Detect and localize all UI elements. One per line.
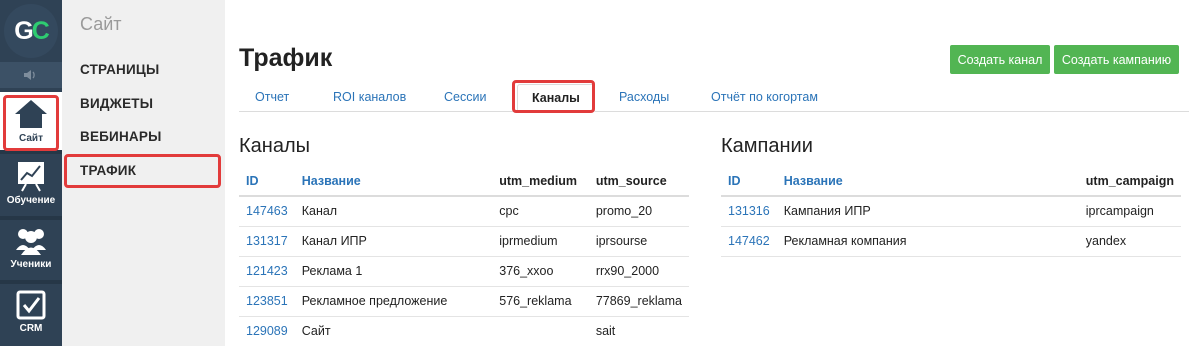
table-header-row: ID Название utm_medium utm_source xyxy=(239,166,689,197)
column-header-id[interactable]: ID xyxy=(239,166,295,197)
row-name: Рекламная компания xyxy=(776,226,1079,257)
channels-title: Каналы xyxy=(239,135,310,157)
rail-item-learning[interactable]: Обучение xyxy=(0,160,62,214)
row-utm-campaign: yandex xyxy=(1078,226,1181,257)
row-name: Канал ИПР xyxy=(294,226,493,257)
column-header-utm-source: utm_source xyxy=(588,166,689,197)
row-utm-source: iprsourse xyxy=(588,226,689,257)
speaker-icon[interactable] xyxy=(0,62,62,88)
tab-report[interactable]: Отчет xyxy=(255,90,289,104)
column-header-name[interactable]: Название xyxy=(776,166,1079,197)
row-name: Кампания ИПР xyxy=(776,196,1079,227)
rail-item-label: Обучение xyxy=(6,195,56,206)
submenu-item-pages[interactable]: СТРАНИЦЫ xyxy=(80,62,159,77)
column-header-id[interactable]: ID xyxy=(721,166,777,197)
tab-roi-channels[interactable]: ROI каналов xyxy=(333,90,406,104)
row-utm-medium: 376_xxoo xyxy=(492,256,589,287)
checkbox-icon xyxy=(16,290,46,320)
rail-item-label: CRM xyxy=(19,323,43,334)
tab-cohort-report[interactable]: Отчёт по когортам xyxy=(711,90,818,104)
row-utm-medium: cpc xyxy=(492,196,589,227)
rail-divider xyxy=(0,150,62,154)
tab-channels[interactable]: Каналы xyxy=(517,84,595,112)
row-utm-source: promo_20 xyxy=(588,196,689,227)
main-content: Трафик Создать канал Создать кампанию От… xyxy=(225,0,1200,346)
column-header-utm-medium: utm_medium xyxy=(492,166,589,197)
submenu-item-webinars[interactable]: ВЕБИНАРЫ xyxy=(80,129,161,144)
rail-item-label: Сайт xyxy=(19,133,43,144)
row-id-link[interactable]: 123851 xyxy=(239,286,295,317)
column-header-name[interactable]: Название xyxy=(294,166,493,197)
row-utm-source: rrx90_2000 xyxy=(588,256,689,287)
row-name: Канал xyxy=(294,196,493,227)
table-row: 121423 Реклама 1 376_xxoo rrx90_2000 xyxy=(239,256,689,287)
row-utm-medium xyxy=(492,316,589,346)
gc-logo[interactable]: GC xyxy=(4,4,58,58)
logo-g: G xyxy=(14,16,34,45)
row-name: Реклама 1 xyxy=(294,256,493,287)
page-title: Трафик xyxy=(239,44,333,72)
submenu-item-traffic[interactable]: ТРАФИК xyxy=(80,163,136,178)
rail-item-label: Ученики xyxy=(10,259,52,270)
create-channel-button[interactable]: Создать канал xyxy=(950,45,1050,74)
rail-item-site[interactable]: Сайт xyxy=(0,92,62,150)
logo-c: C xyxy=(31,16,50,45)
table-row: 129089 Сайт sait xyxy=(239,316,689,346)
row-utm-medium: iprmedium xyxy=(492,226,589,257)
row-utm-source: 77869_reklama xyxy=(588,286,689,317)
rail-item-crm[interactable]: CRM xyxy=(0,290,62,344)
home-icon xyxy=(15,100,47,128)
row-id-link[interactable]: 121423 xyxy=(239,256,295,287)
campaigns-title: Кампании xyxy=(721,135,813,157)
row-id-link[interactable]: 147462 xyxy=(721,226,777,257)
submenu-item-widgets[interactable]: ВИДЖЕТЫ xyxy=(80,96,153,111)
table-row: 131316 Кампания ИПР iprcampaign xyxy=(721,196,1181,227)
row-name: Сайт xyxy=(294,316,493,346)
campaigns-table: ID Название utm_campaign 131316 Кампания… xyxy=(721,166,1181,257)
rail-divider xyxy=(0,216,62,220)
table-row: 147462 Рекламная компания yandex xyxy=(721,226,1181,257)
submenu-title: Сайт xyxy=(80,14,122,34)
tab-expenses[interactable]: Расходы xyxy=(619,90,669,104)
create-campaign-button[interactable]: Создать кампанию xyxy=(1054,45,1179,74)
table-row: 131317 Канал ИПР iprmedium iprsourse xyxy=(239,226,689,257)
row-utm-source: sait xyxy=(588,316,689,346)
tab-sessions[interactable]: Сессии xyxy=(444,90,486,104)
site-submenu: Сайт СТРАНИЦЫ ВИДЖЕТЫ ВЕБИНАРЫ ТРАФИК xyxy=(62,0,225,346)
row-utm-medium: 576_reklama xyxy=(492,286,589,317)
row-utm-campaign: iprcampaign xyxy=(1078,196,1181,227)
table-header-row: ID Название utm_campaign xyxy=(721,166,1181,197)
rail-item-students[interactable]: Ученики xyxy=(0,226,62,278)
table-row: 123851 Рекламное предложение 576_reklama… xyxy=(239,286,689,317)
column-header-utm-campaign: utm_campaign xyxy=(1078,166,1181,197)
row-id-link[interactable]: 147463 xyxy=(239,196,295,227)
icon-rail: GC Сайт Обучение Ученики CRM xyxy=(0,0,62,346)
rail-divider xyxy=(0,280,62,284)
row-id-link[interactable]: 131317 xyxy=(239,226,295,257)
tab-bar: Отчет ROI каналов Сессии Каналы Расходы … xyxy=(239,80,1189,112)
channels-table: ID Название utm_medium utm_source 147463… xyxy=(239,166,689,346)
users-icon xyxy=(16,229,46,255)
row-id-link[interactable]: 129089 xyxy=(239,316,295,346)
chart-board-icon xyxy=(18,162,44,192)
table-row: 147463 Канал cpc promo_20 xyxy=(239,196,689,227)
row-name: Рекламное предложение xyxy=(294,286,493,317)
row-id-link[interactable]: 131316 xyxy=(721,196,777,227)
